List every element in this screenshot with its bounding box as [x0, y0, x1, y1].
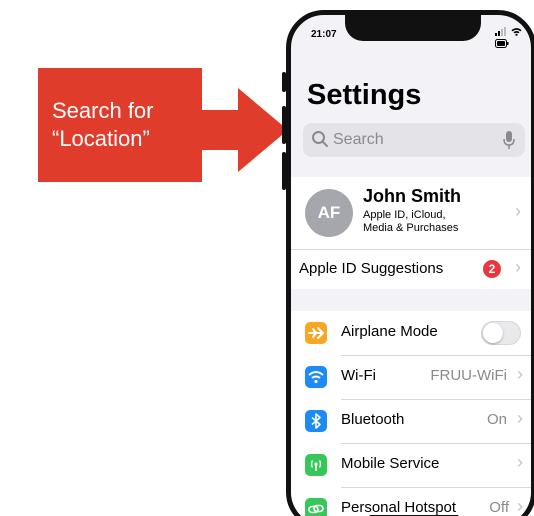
status-icons — [495, 27, 531, 51]
profile-name: John Smith — [363, 186, 461, 206]
account-group: AF John Smith Apple ID, iCloud, Media & … — [291, 177, 531, 289]
battery-icon — [495, 39, 509, 48]
profile-subtitle: Apple ID, iCloud, Media & Purchases — [363, 209, 493, 235]
status-time: 21:07 — [311, 29, 337, 40]
chevron-right-icon: › — [515, 201, 521, 221]
settings-row-mobile-service[interactable]: Mobile Service › — [291, 443, 531, 487]
callout-line-1: Search for — [52, 98, 154, 123]
search-placeholder: Search — [333, 131, 384, 148]
row-label: Bluetooth — [341, 411, 405, 428]
page-title: Settings — [307, 79, 422, 111]
search-input[interactable]: Search — [303, 123, 525, 157]
wifi-icon — [305, 366, 327, 388]
airplane-icon — [305, 322, 327, 344]
link-icon — [305, 498, 327, 516]
microphone-icon[interactable] — [503, 130, 515, 150]
row-label: Airplane Mode — [341, 323, 438, 340]
row-label: Personal Hotspot — [341, 499, 457, 516]
avatar: AF — [305, 189, 353, 237]
callout-text: Search for “Location” — [52, 97, 154, 153]
suggestions-label: Apple ID Suggestions — [299, 260, 444, 277]
settings-row-wifi[interactable]: Wi-Fi FRUU-WiFi › — [291, 355, 531, 399]
phone-screen: 21:07 Settings Search AF John Smith Appl… — [286, 10, 534, 516]
notification-badge: 2 — [483, 260, 501, 278]
connectivity-group: Airplane Mode Wi-Fi FRUU-WiFi › Bluetoot… — [291, 311, 531, 516]
phone-device: 21:07 Settings Search AF John Smith Appl… — [282, 10, 534, 516]
chevron-right-icon: › — [517, 364, 523, 384]
toggle-knob — [483, 323, 503, 343]
row-label: Mobile Service — [341, 455, 440, 472]
notch — [345, 15, 481, 41]
wifi-icon — [511, 28, 522, 36]
chevron-right-icon: › — [517, 452, 523, 472]
callout-line-2: “Location” — [52, 126, 150, 151]
chevron-right-icon: › — [517, 496, 523, 516]
row-label: Wi-Fi — [341, 367, 376, 384]
profile-subtitle-line-2: Media & Purchases — [363, 222, 459, 234]
row-value: FRUU-WiFi — [430, 367, 507, 384]
settings-row-personal-hotspot[interactable]: Personal Hotspot Off › — [291, 487, 531, 516]
signal-icon — [495, 27, 506, 36]
airplane-mode-toggle[interactable] — [481, 321, 521, 345]
profile-row[interactable]: AF John Smith Apple ID, iCloud, Media & … — [291, 177, 531, 249]
bluetooth-icon — [305, 410, 327, 432]
antenna-icon — [305, 454, 327, 476]
chevron-right-icon: › — [517, 408, 523, 428]
callout-arrow-icon — [196, 88, 288, 172]
row-value: Off — [489, 499, 509, 516]
row-value: On — [486, 411, 507, 428]
profile-subtitle-line-1: Apple ID, iCloud, — [363, 209, 446, 221]
apple-id-suggestions-row[interactable]: Apple ID Suggestions 2 › — [291, 250, 531, 289]
search-icon — [312, 131, 328, 147]
settings-row-bluetooth[interactable]: Bluetooth On › — [291, 399, 531, 443]
chevron-right-icon: › — [515, 257, 521, 277]
settings-row-airplane-mode: Airplane Mode — [291, 311, 531, 355]
